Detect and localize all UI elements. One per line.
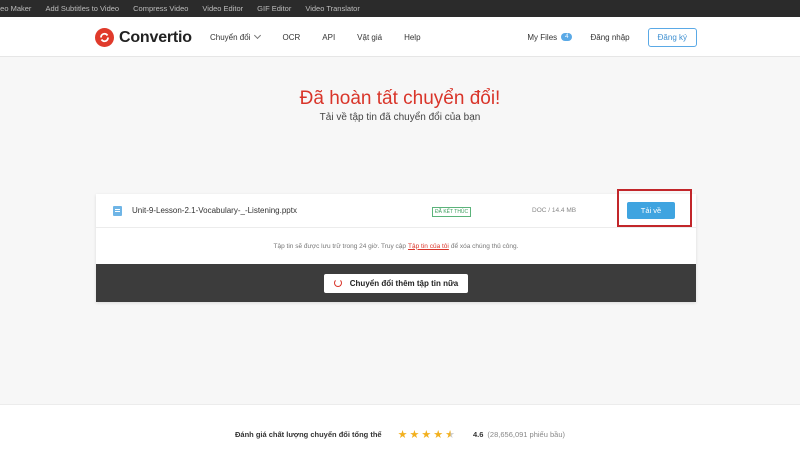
star-icon[interactable]: ★ bbox=[421, 428, 431, 441]
half-star-icon[interactable]: ★ bbox=[445, 428, 455, 441]
file-row: Unit-9-Lesson-2.1-Vocabulary-_-Listening… bbox=[96, 189, 696, 228]
star-icon[interactable]: ★ bbox=[433, 428, 443, 441]
nav-account: My Files 4 Đăng nhập Đăng ký bbox=[527, 17, 697, 57]
star-icon[interactable]: ★ bbox=[398, 428, 408, 441]
my-files-label: My Files bbox=[527, 32, 558, 42]
rating-score: 4.6 bbox=[472, 430, 484, 439]
rating-label: Đánh giá chất lượng chuyển đổi tổng thể bbox=[235, 430, 382, 439]
convertio-logo[interactable]: Convertio bbox=[95, 28, 192, 47]
my-files-notice-link[interactable]: Tập tin của tôi bbox=[408, 243, 449, 250]
notice-text-before: Tập tin sẽ được lưu trữ trong 24 giờ. Tr… bbox=[273, 242, 407, 250]
topbar-link-add-subtitles[interactable]: Add Subtitles to Video bbox=[45, 4, 119, 13]
file-meta: DOC / 14.4 MB bbox=[532, 207, 577, 214]
file-name: Unit-9-Lesson-2.1-Vocabulary-_-Listening… bbox=[132, 206, 297, 215]
chevron-down-icon bbox=[254, 31, 262, 40]
convert-more-bar: Chuyển đổi thêm tập tin nữa bbox=[96, 264, 696, 302]
download-button[interactable]: Tải về bbox=[627, 202, 675, 219]
storage-notice: Tập tin sẽ được lưu trữ trong 24 giờ. Tr… bbox=[96, 228, 696, 264]
topbar-link-video-editor[interactable]: Video Editor bbox=[202, 4, 243, 13]
my-files-link[interactable]: My Files 4 bbox=[527, 32, 573, 42]
convert-more-label: Chuyển đổi thêm tập tin nữa bbox=[349, 278, 459, 288]
rating-row: Đánh giá chất lượng chuyển đổi tổng thể … bbox=[0, 428, 800, 441]
status-badge: ĐÃ KẾT THÚC bbox=[432, 207, 472, 217]
nav-links: Chuyển đổi OCR API Vật giá Help bbox=[210, 17, 443, 57]
document-file-icon bbox=[113, 206, 122, 216]
nav-pricing[interactable]: Vật giá bbox=[357, 33, 382, 42]
nav-convert-menu[interactable]: Chuyển đổi bbox=[210, 31, 262, 42]
main-navbar: Convertio Chuyển đổi OCR API Vật giá Hel… bbox=[0, 17, 800, 57]
refresh-icon bbox=[333, 279, 342, 287]
logo-text: Convertio bbox=[119, 28, 192, 46]
page-subtitle: Tải về tập tin đã chuyển đổi của bạn bbox=[319, 112, 481, 123]
rating-section: Đánh giá chất lượng chuyển đổi tổng thể … bbox=[0, 404, 800, 450]
topbar-link-compress-video[interactable]: Compress Video bbox=[133, 4, 188, 13]
nav-api[interactable]: API bbox=[322, 33, 335, 42]
top-tools-bar: deo Maker Add Subtitles to Video Compres… bbox=[0, 0, 800, 17]
convertio-logo-icon bbox=[95, 28, 114, 47]
my-files-count-badge: 4 bbox=[561, 33, 573, 41]
nav-ocr[interactable]: OCR bbox=[282, 33, 300, 42]
star-icon[interactable]: ★ bbox=[409, 428, 419, 441]
result-card: Unit-9-Lesson-2.1-Vocabulary-_-Listening… bbox=[96, 189, 696, 302]
rating-votes: (28,656,091 phiếu bầu) bbox=[487, 430, 565, 439]
notice-text-after: để xóa chúng thủ công. bbox=[450, 242, 519, 250]
nav-convert-label: Chuyển đổi bbox=[210, 32, 251, 42]
nav-help[interactable]: Help bbox=[404, 33, 420, 42]
rating-stars[interactable]: ★ ★ ★ ★ ★ bbox=[398, 428, 457, 441]
topbar-link-video-translator[interactable]: Video Translator bbox=[305, 4, 359, 13]
signup-button[interactable]: Đăng ký bbox=[647, 27, 697, 47]
login-link[interactable]: Đăng nhập bbox=[590, 33, 629, 42]
convert-more-button[interactable]: Chuyển đổi thêm tập tin nữa bbox=[323, 273, 469, 293]
topbar-link-video-maker[interactable]: deo Maker bbox=[0, 4, 31, 13]
topbar-link-gif-editor[interactable]: GIF Editor bbox=[257, 4, 291, 13]
page-title: Đã hoàn tất chuyển đổi! bbox=[299, 88, 501, 109]
